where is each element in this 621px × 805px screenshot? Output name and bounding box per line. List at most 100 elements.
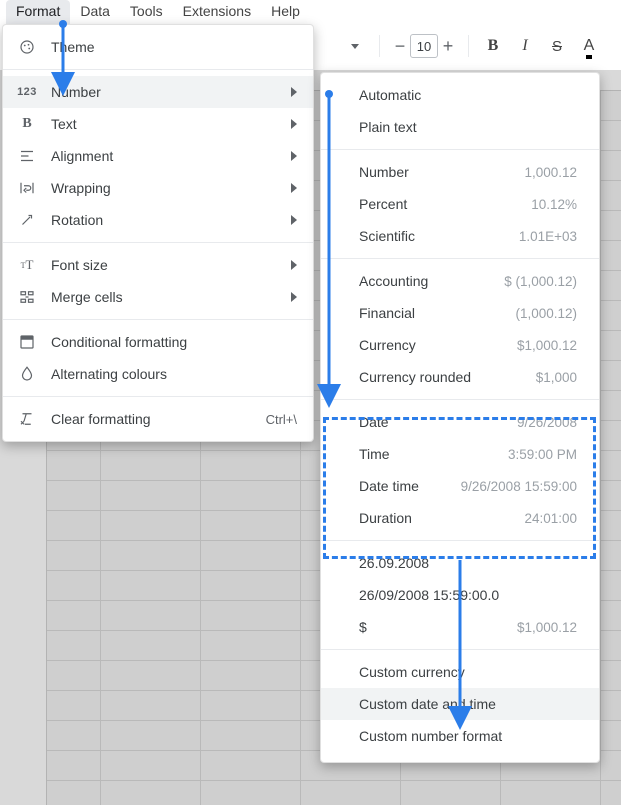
menu-item-label: Rotation (51, 212, 277, 228)
strikethrough-icon: S (552, 38, 562, 55)
menu-separator (3, 396, 313, 397)
number-item-custom-currency[interactable]: Custom currency (321, 656, 599, 688)
number-item-custom-2[interactable]: 26/09/2008 15:59:00.0 (321, 579, 599, 611)
menu-item-wrapping[interactable]: Wrapping (3, 172, 313, 204)
number-item-sample: $ (1,000.12) (504, 274, 577, 289)
menu-item-label: Theme (51, 39, 297, 55)
menubar-item-extensions[interactable]: Extensions (173, 0, 261, 24)
number-item-label: Currency (359, 337, 517, 353)
number-format-submenu: Automatic Plain text Number1,000.12 Perc… (320, 72, 600, 763)
menu-item-alignment[interactable]: Alignment (3, 140, 313, 172)
number-item-percent[interactable]: Percent10.12% (321, 188, 599, 220)
menu-item-theme[interactable]: Theme (3, 31, 313, 63)
text-color-button[interactable]: A (575, 32, 603, 60)
number-item-label: Financial (359, 305, 515, 321)
strikethrough-button[interactable]: S (543, 32, 571, 60)
number-item-sample: 9/26/2008 15:59:00 (461, 479, 577, 494)
merge-icon (17, 287, 37, 307)
number-item-label: Date (359, 414, 517, 430)
bold-button[interactable]: B (479, 32, 507, 60)
menu-item-label: Number (51, 84, 277, 100)
bold-icon: B (17, 114, 37, 134)
number-item-financial[interactable]: Financial(1,000.12) (321, 297, 599, 329)
font-size-value[interactable]: 10 (410, 34, 438, 58)
number-123-icon: 123 (17, 82, 37, 102)
number-item-sample: 1,000.12 (524, 165, 577, 180)
number-item-sample: $1,000 (536, 370, 577, 385)
submenu-arrow-icon (291, 260, 297, 270)
menu-item-merge-cells[interactable]: Merge cells (3, 281, 313, 313)
submenu-arrow-icon (291, 151, 297, 161)
format-menu: Theme 123 Number B Text Alignment Wrappi… (2, 24, 314, 442)
menu-item-label: Font size (51, 257, 277, 273)
number-item-sample: 10.12% (531, 197, 577, 212)
number-item-plain-text[interactable]: Plain text (321, 111, 599, 143)
number-item-sample: 24:01:00 (524, 511, 577, 526)
number-item-date[interactable]: Date9/26/2008 (321, 406, 599, 438)
number-item-date-time[interactable]: Date time9/26/2008 15:59:00 (321, 470, 599, 502)
number-item-duration[interactable]: Duration24:01:00 (321, 502, 599, 534)
number-item-sample: $1,000.12 (517, 338, 577, 353)
font-size-increase[interactable]: + (438, 33, 458, 59)
menu-item-label: Alignment (51, 148, 277, 164)
number-item-sample: $1,000.12 (517, 620, 577, 635)
number-item-label: Percent (359, 196, 531, 212)
number-item-custom-date-time[interactable]: Custom date and time (321, 688, 599, 720)
number-item-sample: 1.01E+03 (519, 229, 577, 244)
italic-icon: I (522, 37, 527, 55)
toolbar-dropdown[interactable] (341, 32, 369, 60)
number-item-currency[interactable]: Currency$1,000.12 (321, 329, 599, 361)
font-size-decrease[interactable]: − (390, 33, 410, 59)
number-item-label: $ (359, 619, 517, 635)
number-item-number[interactable]: Number1,000.12 (321, 156, 599, 188)
bold-icon: B (488, 37, 499, 55)
number-item-label: Custom number format (359, 728, 577, 744)
drop-icon (17, 364, 37, 384)
submenu-arrow-icon (291, 215, 297, 225)
menu-item-label: Alternating colours (51, 366, 297, 382)
menu-item-conditional-formatting[interactable]: Conditional formatting (3, 326, 313, 358)
menu-separator (3, 69, 313, 70)
text-color-icon: A (584, 37, 595, 55)
menubar-item-data[interactable]: Data (70, 0, 120, 24)
number-item-accounting[interactable]: Accounting$ (1,000.12) (321, 265, 599, 297)
number-item-label: Custom currency (359, 664, 577, 680)
number-item-label: Plain text (359, 119, 577, 135)
font-size-stepper: − 10 + (390, 32, 458, 60)
submenu-arrow-icon (291, 87, 297, 97)
number-item-custom-1[interactable]: 26.09.2008 (321, 547, 599, 579)
number-item-currency-rounded[interactable]: Currency rounded$1,000 (321, 361, 599, 393)
menubar-item-help[interactable]: Help (261, 0, 310, 24)
submenu-arrow-icon (291, 119, 297, 129)
menu-item-shortcut: Ctrl+\ (266, 412, 297, 427)
number-item-custom-3[interactable]: $$1,000.12 (321, 611, 599, 643)
number-item-sample: (1,000.12) (515, 306, 577, 321)
menu-item-font-size[interactable]: TT Font size (3, 249, 313, 281)
toolbar-separator (379, 35, 380, 57)
menu-item-label: Conditional formatting (51, 334, 297, 350)
menu-separator (3, 242, 313, 243)
menu-item-number[interactable]: 123 Number (3, 76, 313, 108)
menu-item-clear-formatting[interactable]: Clear formatting Ctrl+\ (3, 403, 313, 435)
menu-item-label: Clear formatting (51, 411, 252, 427)
number-item-automatic[interactable]: Automatic (321, 79, 599, 111)
menu-item-label: Text (51, 116, 277, 132)
menu-separator (3, 319, 313, 320)
number-item-sample: 9/26/2008 (517, 415, 577, 430)
menu-item-text[interactable]: B Text (3, 108, 313, 140)
number-item-time[interactable]: Time3:59:00 PM (321, 438, 599, 470)
number-item-label: Number (359, 164, 524, 180)
number-item-scientific[interactable]: Scientific1.01E+03 (321, 220, 599, 252)
menu-item-rotation[interactable]: Rotation (3, 204, 313, 236)
number-item-custom-number-format[interactable]: Custom number format (321, 720, 599, 752)
menubar-item-tools[interactable]: Tools (120, 0, 173, 24)
menu-item-alternating-colours[interactable]: Alternating colours (3, 358, 313, 390)
number-item-label: Date time (359, 478, 461, 494)
number-item-label: Currency rounded (359, 369, 536, 385)
italic-button[interactable]: I (511, 32, 539, 60)
menu-separator (321, 540, 599, 541)
menu-item-label: Merge cells (51, 289, 277, 305)
menu-item-label: Wrapping (51, 180, 277, 196)
submenu-arrow-icon (291, 292, 297, 302)
menubar-item-format[interactable]: Format (6, 0, 70, 24)
